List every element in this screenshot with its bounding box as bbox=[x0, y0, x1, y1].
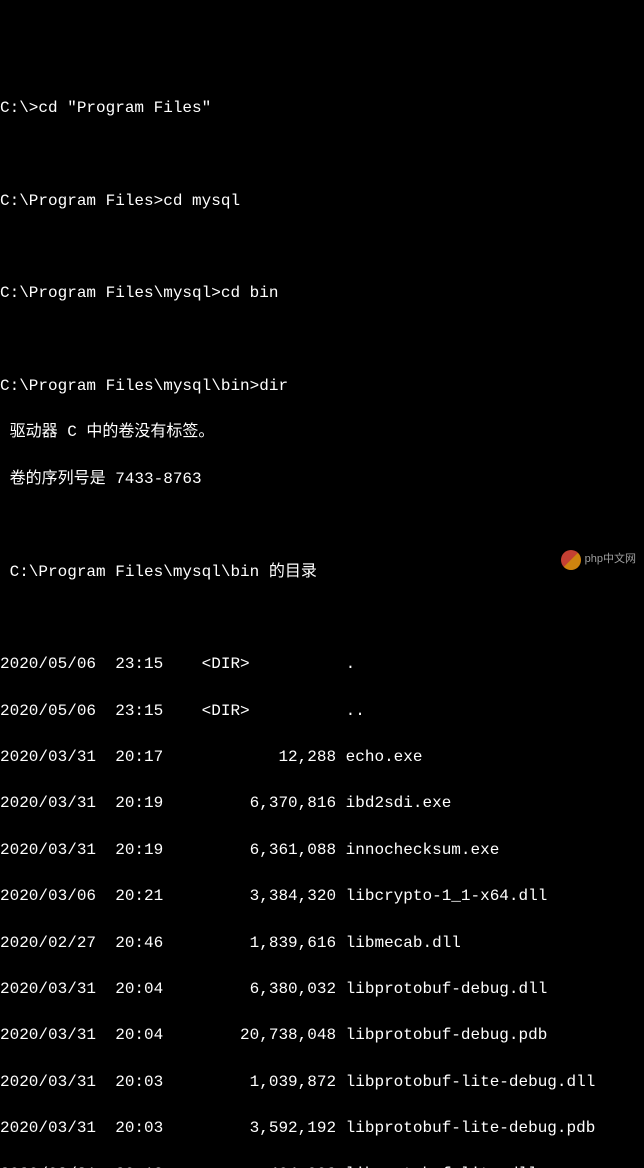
prompt: C:\Program Files> bbox=[0, 192, 163, 210]
php-logo-icon bbox=[561, 550, 581, 570]
volume-label-line: 驱动器 C 中的卷没有标签。 bbox=[0, 421, 644, 444]
dir-entry: 2020/03/31 20:04 20,738,048 libprotobuf-… bbox=[0, 1024, 644, 1047]
file-name: ibd2sdi.exe bbox=[346, 794, 452, 812]
file-time: 23:15 bbox=[115, 655, 163, 673]
file-size: 1,839,616 bbox=[202, 934, 336, 952]
cmd-line-3: C:\Program Files\mysql>cd bin bbox=[0, 282, 644, 305]
command-text: cd bin bbox=[221, 284, 279, 302]
dir-entry: 2020/03/31 20:03 1,039,872 libprotobuf-l… bbox=[0, 1071, 644, 1094]
file-time: 20:21 bbox=[115, 887, 163, 905]
dir-entry: 2020/03/31 20:19 6,370,816 ibd2sdi.exe bbox=[0, 792, 644, 815]
file-name: libprotobuf-lite.dll bbox=[346, 1165, 538, 1168]
file-name: libprotobuf-debug.pdb bbox=[346, 1026, 548, 1044]
file-date: 2020/02/27 bbox=[0, 934, 96, 952]
file-date: 2020/05/06 bbox=[0, 702, 96, 720]
dir-entry: 2020/05/06 23:15 <DIR> . bbox=[0, 653, 644, 676]
dir-entry: 2020/03/31 20:03 3,592,192 libprotobuf-l… bbox=[0, 1117, 644, 1140]
dir-entry: 2020/03/31 20:19 6,361,088 innochecksum.… bbox=[0, 839, 644, 862]
dir-entry: 2020/05/06 23:15 <DIR> .. bbox=[0, 700, 644, 723]
cmd-line-4: C:\Program Files\mysql\bin>dir bbox=[0, 375, 644, 398]
dir-entry: 2020/02/27 20:46 1,839,616 libmecab.dll bbox=[0, 932, 644, 955]
file-date: 2020/05/06 bbox=[0, 655, 96, 673]
file-name: libmecab.dll bbox=[346, 934, 461, 952]
prompt: C:\> bbox=[0, 99, 38, 117]
cmd-line-2: C:\Program Files>cd mysql bbox=[0, 190, 644, 213]
file-size: 404,992 bbox=[202, 1165, 336, 1168]
file-time: 20:19 bbox=[115, 841, 163, 859]
cmd-line-1: C:\>cd "Program Files" bbox=[0, 97, 644, 120]
file-size: 6,380,032 bbox=[202, 980, 336, 998]
file-time: 20:03 bbox=[115, 1073, 163, 1091]
dir-entry: 2020/03/06 20:21 3,384,320 libcrypto-1_1… bbox=[0, 885, 644, 908]
volume-serial-line: 卷的序列号是 7433-8763 bbox=[0, 468, 644, 491]
file-name: . bbox=[346, 655, 356, 673]
file-time: 20:18 bbox=[115, 1165, 163, 1168]
blank-line bbox=[0, 236, 644, 259]
file-date: 2020/03/31 bbox=[0, 1026, 96, 1044]
file-size: <DIR> bbox=[202, 655, 336, 673]
file-name: libprotobuf-lite-debug.pdb bbox=[346, 1119, 596, 1137]
file-time: 20:17 bbox=[115, 748, 163, 766]
file-name: echo.exe bbox=[346, 748, 423, 766]
file-size: 1,039,872 bbox=[202, 1073, 336, 1091]
prompt: C:\Program Files\mysql\bin> bbox=[0, 377, 259, 395]
file-date: 2020/03/06 bbox=[0, 887, 96, 905]
file-time: 20:04 bbox=[115, 1026, 163, 1044]
file-name: .. bbox=[346, 702, 365, 720]
file-date: 2020/03/31 bbox=[0, 794, 96, 812]
file-time: 20:46 bbox=[115, 934, 163, 952]
file-name: libcrypto-1_1-x64.dll bbox=[346, 887, 548, 905]
file-size: <DIR> bbox=[202, 702, 336, 720]
watermark: php中文网 bbox=[561, 550, 636, 570]
file-name: libprotobuf-debug.dll bbox=[346, 980, 548, 998]
file-time: 20:19 bbox=[115, 794, 163, 812]
file-time: 23:15 bbox=[115, 702, 163, 720]
file-date: 2020/03/31 bbox=[0, 980, 96, 998]
file-date: 2020/03/31 bbox=[0, 841, 96, 859]
blank-line bbox=[0, 329, 644, 352]
file-time: 20:04 bbox=[115, 980, 163, 998]
file-size: 3,592,192 bbox=[202, 1119, 336, 1137]
blank-line bbox=[0, 607, 644, 630]
directory-of-line: C:\Program Files\mysql\bin 的目录 bbox=[0, 561, 644, 584]
command-text: cd mysql bbox=[163, 192, 240, 210]
file-name: libprotobuf-lite-debug.dll bbox=[346, 1073, 596, 1091]
blank-line bbox=[0, 143, 644, 166]
dir-entry: 2020/03/31 20:18 404,992 libprotobuf-lit… bbox=[0, 1163, 644, 1168]
file-date: 2020/03/31 bbox=[0, 1119, 96, 1137]
file-time: 20:03 bbox=[115, 1119, 163, 1137]
prompt: C:\Program Files\mysql> bbox=[0, 284, 221, 302]
file-size: 20,738,048 bbox=[202, 1026, 336, 1044]
blank-line bbox=[0, 514, 644, 537]
command-text: dir bbox=[259, 377, 288, 395]
dir-entry: 2020/03/31 20:17 12,288 echo.exe bbox=[0, 746, 644, 769]
file-date: 2020/03/31 bbox=[0, 1073, 96, 1091]
file-size: 6,370,816 bbox=[202, 794, 336, 812]
dir-entry: 2020/03/31 20:04 6,380,032 libprotobuf-d… bbox=[0, 978, 644, 1001]
file-date: 2020/03/31 bbox=[0, 1165, 96, 1168]
file-size: 12,288 bbox=[202, 748, 336, 766]
file-name: innochecksum.exe bbox=[346, 841, 500, 859]
command-text: cd "Program Files" bbox=[38, 99, 211, 117]
file-date: 2020/03/31 bbox=[0, 748, 96, 766]
file-size: 6,361,088 bbox=[202, 841, 336, 859]
watermark-text: php中文网 bbox=[585, 552, 636, 568]
file-size: 3,384,320 bbox=[202, 887, 336, 905]
